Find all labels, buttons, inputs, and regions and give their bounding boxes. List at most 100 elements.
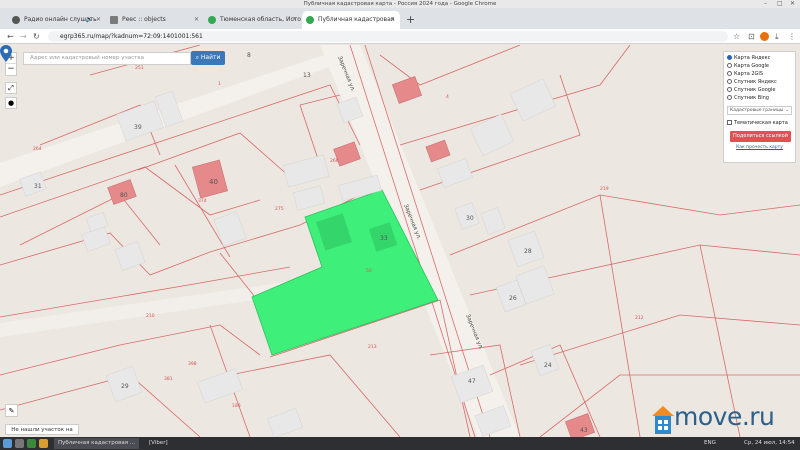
- radio-favicon-icon: [12, 16, 20, 24]
- reload-icon[interactable]: ↻: [33, 29, 40, 44]
- parcel-label: 381: [164, 376, 173, 382]
- address-search-input[interactable]: Адрес или кадастровый номер участка: [23, 52, 191, 65]
- clock[interactable]: Ср, 24 июл, 14:54: [740, 438, 799, 449]
- house-label: 31: [34, 183, 42, 190]
- house-label: 40: [209, 178, 218, 186]
- move-ru-watermark: move.ru: [650, 402, 800, 437]
- extensions-icon[interactable]: ⊡: [748, 29, 755, 44]
- close-tab-icon[interactable]: ✕: [390, 11, 395, 29]
- layer-label: Карта Google: [734, 63, 769, 69]
- tab-strip: Радио онлайн слушать 🔈 ✕ Реес :: objects…: [0, 8, 800, 29]
- layer-option-yandex-map[interactable]: Карта Яндекс: [727, 54, 792, 62]
- thematic-map-checkbox[interactable]: Тематическая карта: [727, 119, 792, 127]
- parcel-label: 266: [330, 158, 339, 164]
- taskbar-label: [Viber]: [149, 440, 168, 446]
- house-logo-icon: [652, 406, 674, 434]
- select-value: Кадастровые границы: [730, 108, 784, 113]
- house-label: 39: [134, 124, 142, 131]
- layer-option-google-satellite[interactable]: Спутник Google: [727, 86, 792, 94]
- parcel-label: 1: [218, 81, 221, 87]
- document-favicon-icon: [110, 16, 118, 24]
- taskbar-item-chrome[interactable]: Публичная кадастровая ...: [54, 438, 140, 449]
- folder-icon[interactable]: [39, 439, 48, 448]
- ruler-icon[interactable]: ⤢: [5, 82, 17, 94]
- parcel-label: 186: [232, 403, 241, 409]
- tab-cadastral-map[interactable]: Публичная кадастровая ✕: [302, 11, 400, 29]
- search-icon: ⌕: [195, 54, 199, 61]
- close-tab-icon[interactable]: ✕: [194, 11, 199, 29]
- parcel-label: 251: [135, 65, 144, 71]
- layer-label: Карта 2GIS: [734, 71, 764, 77]
- tab-objects[interactable]: Реес :: objects ✕: [106, 11, 204, 29]
- taskbar-label: Публичная кадастровая ...: [58, 440, 136, 446]
- parcel-label: 50: [366, 268, 372, 274]
- os-taskbar: Публичная кадастровая ... [Viber] ENG Ср…: [0, 437, 800, 450]
- house-label: 28: [524, 248, 532, 255]
- tab-label: Реес :: objects: [122, 16, 166, 23]
- menu-kebab-icon[interactable]: ⋮: [788, 29, 796, 44]
- watermark-text: move.ru: [674, 402, 775, 431]
- search-placeholder: Адрес или кадастровый номер участка: [30, 55, 145, 61]
- zoom-out-button[interactable]: −: [6, 64, 16, 75]
- house-label: 80: [120, 192, 128, 199]
- cadastral-map[interactable]: 39 40 80 30 33 28 26 24 29 47 43 31 13 8…: [0, 45, 800, 437]
- parcel-label: 264: [33, 146, 42, 152]
- layer-label: Спутник Google: [734, 87, 776, 93]
- radio-icon: [727, 63, 732, 68]
- house-label: 43: [580, 427, 588, 434]
- maximize-button[interactable]: □: [777, 0, 783, 8]
- address-bar[interactable]: egrp365.ru/map/?kadnum=72:09:1401001:561: [48, 31, 728, 42]
- parcel-label: 374: [198, 198, 207, 204]
- radio-icon: [727, 87, 732, 92]
- layer-option-yandex-satellite[interactable]: Спутник Яндекс: [727, 78, 792, 86]
- tab-radio[interactable]: Радио онлайн слушать 🔈 ✕: [8, 11, 106, 29]
- layers-tool-icon[interactable]: ●: [5, 97, 17, 109]
- house-label: 8: [247, 52, 251, 59]
- radio-icon: [727, 55, 732, 60]
- url-text: egrp365.ru/map/?kadnum=72:09:1401001:561: [60, 33, 203, 40]
- tab-label: Публичная кадастровая: [318, 16, 395, 23]
- bookmark-star-icon[interactable]: ☆: [733, 29, 740, 44]
- download-icon[interactable]: ⤓: [775, 29, 779, 44]
- layer-label: Карта Яндекс: [734, 55, 771, 61]
- close-tab-icon[interactable]: ✕: [292, 11, 297, 29]
- close-window-button[interactable]: ✕: [790, 0, 795, 8]
- speaker-icon[interactable]: 🔈: [86, 11, 93, 29]
- wrench-icon[interactable]: ✎: [5, 404, 18, 417]
- find-button[interactable]: ⌕ Найти: [191, 51, 225, 65]
- terminal-icon[interactable]: [27, 439, 36, 448]
- new-tab-button[interactable]: +: [400, 11, 421, 29]
- layer-option-2gis-map[interactable]: Карта 2GIS: [727, 70, 792, 78]
- taskbar-item-viber[interactable]: [Viber]: [145, 438, 172, 449]
- tab-label: Тюменская область, Исто: [220, 16, 301, 23]
- house-label: 24: [544, 362, 552, 369]
- language-indicator[interactable]: ENG: [700, 438, 720, 449]
- close-tab-icon[interactable]: ✕: [96, 11, 101, 29]
- forward-icon[interactable]: →: [20, 29, 27, 44]
- checkbox-label: Тематическая карта: [734, 120, 788, 126]
- location-pin-icon[interactable]: [0, 45, 12, 62]
- layer-option-google-map[interactable]: Карта Google: [727, 62, 792, 70]
- boundaries-select[interactable]: Кадастровые границы ⌄: [727, 106, 792, 115]
- profile-avatar[interactable]: [760, 32, 769, 41]
- minimize-button[interactable]: –: [764, 0, 767, 8]
- house-label: 29: [121, 383, 129, 390]
- layer-option-bing-satellite[interactable]: Спутник Bing: [727, 94, 792, 102]
- radio-icon: [727, 79, 732, 84]
- check-favicon-icon: [306, 16, 314, 24]
- radio-icon: [727, 95, 732, 100]
- start-menu-icon[interactable]: [3, 439, 12, 448]
- browser-toolbar: ← → ↻ egrp365.ru/map/?kadnum=72:09:14010…: [0, 29, 800, 44]
- map-layers-panel: Карта Яндекс Карта Google Карта 2GIS Спу…: [723, 51, 796, 163]
- parcel-label: 275: [275, 206, 284, 212]
- map-canvas[interactable]: 39 40 80 30 33 28 26 24 29 47 43 31 13 8…: [0, 45, 800, 437]
- files-icon[interactable]: [15, 439, 24, 448]
- parcel-label: 398: [188, 361, 197, 367]
- tab-tyumen[interactable]: Тюменская область, Исто ✕: [204, 11, 302, 29]
- parcel-label: 213: [368, 344, 377, 350]
- back-icon[interactable]: ←: [7, 29, 14, 44]
- not-found-link[interactable]: Не нашли участок на карте?: [5, 424, 79, 435]
- parcel-label: 4: [446, 94, 449, 100]
- share-link-button[interactable]: Поделиться ссылкой: [730, 131, 791, 142]
- how-to-read-map-link[interactable]: Как прочесть карту: [727, 145, 792, 150]
